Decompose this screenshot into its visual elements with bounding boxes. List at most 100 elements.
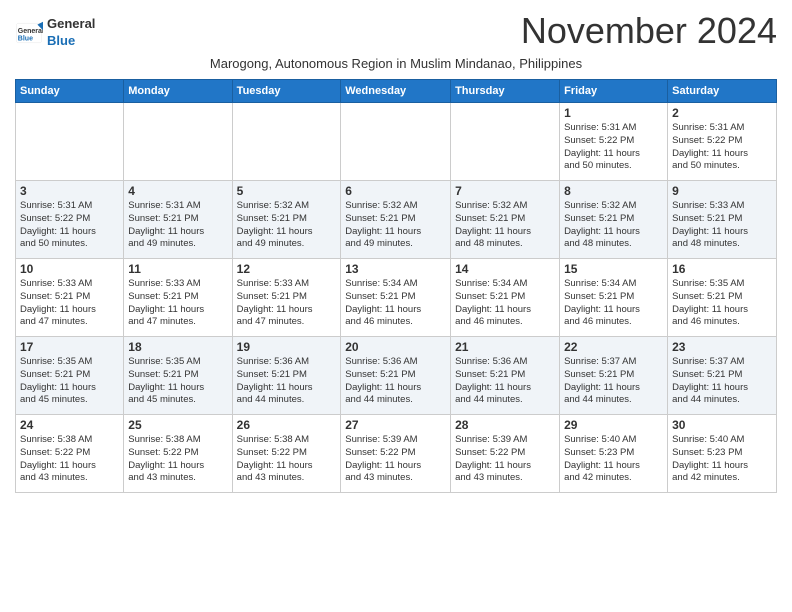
calendar-cell: 4 Sunrise: 5:31 AM Sunset: 5:21 PM Daylig… — [124, 181, 232, 259]
day-number: 30 — [672, 418, 772, 432]
calendar-cell: 5 Sunrise: 5:32 AM Sunset: 5:21 PM Daylig… — [232, 181, 341, 259]
day-number: 28 — [455, 418, 555, 432]
day-number: 25 — [128, 418, 227, 432]
day-info: Sunrise: 5:31 AM Sunset: 5:22 PM Dayligh… — [564, 122, 663, 173]
calendar-cell: 8Sunrise: 5:32 AM Sunset: 5:21 PM Daylig… — [560, 181, 668, 259]
calendar-cell: 21 Sunrise: 5:36 AM Sunset: 5:21 PM Dayli… — [451, 337, 560, 415]
calendar-table: SundayMondayTuesdayWednesdayThursdayFrid… — [15, 79, 777, 493]
logo-text: General Blue — [47, 16, 95, 48]
calendar-cell: 29 Sunrise: 5:40 AM Sunset: 5:23 PM Dayli… — [560, 415, 668, 493]
month-title: November 2024 — [521, 10, 777, 52]
day-info: Sunrise: 5:38 AM Sunset: 5:22 PM Dayligh… — [237, 434, 337, 485]
day-info: Sunrise: 5:32 AM Sunset: 5:21 PM Dayligh… — [455, 200, 555, 251]
weekday-header-monday: Monday — [124, 80, 232, 103]
day-info: Sunrise: 5:31 AM Sunset: 5:22 PM Dayligh… — [20, 200, 119, 251]
day-info: Sunrise: 5:40 AM Sunset: 5:23 PM Dayligh… — [672, 434, 772, 485]
calendar-header-row: SundayMondayTuesdayWednesdayThursdayFrid… — [16, 80, 777, 103]
calendar-cell: 11Sunrise: 5:33 AM Sunset: 5:21 PM Dayli… — [124, 259, 232, 337]
calendar-cell — [341, 103, 451, 181]
calendar-cell — [451, 103, 560, 181]
day-info: Sunrise: 5:34 AM Sunset: 5:21 PM Dayligh… — [345, 278, 446, 329]
day-number: 20 — [345, 340, 446, 354]
page-header: General Blue General Blue November 2024 — [15, 10, 777, 52]
calendar-cell: 7 Sunrise: 5:32 AM Sunset: 5:21 PM Daylig… — [451, 181, 560, 259]
calendar-cell: 18 Sunrise: 5:35 AM Sunset: 5:21 PM Dayli… — [124, 337, 232, 415]
day-number: 13 — [345, 262, 446, 276]
calendar-cell: 15 Sunrise: 5:34 AM Sunset: 5:21 PM Dayli… — [560, 259, 668, 337]
calendar-cell — [16, 103, 124, 181]
calendar-cell: 27 Sunrise: 5:39 AM Sunset: 5:22 PM Dayli… — [341, 415, 451, 493]
day-number: 17 — [20, 340, 119, 354]
day-number: 7 — [455, 184, 555, 198]
calendar-cell: 22 Sunrise: 5:37 AM Sunset: 5:21 PM Dayli… — [560, 337, 668, 415]
day-info: Sunrise: 5:38 AM Sunset: 5:22 PM Dayligh… — [20, 434, 119, 485]
calendar-cell: 9 Sunrise: 5:33 AM Sunset: 5:21 PM Daylig… — [668, 181, 777, 259]
day-number: 24 — [20, 418, 119, 432]
day-number: 16 — [672, 262, 772, 276]
calendar-week-3: 10Sunrise: 5:33 AM Sunset: 5:21 PM Dayli… — [16, 259, 777, 337]
calendar-cell: 25 Sunrise: 5:38 AM Sunset: 5:22 PM Dayli… — [124, 415, 232, 493]
day-info: Sunrise: 5:37 AM Sunset: 5:21 PM Dayligh… — [672, 356, 772, 407]
day-info: Sunrise: 5:36 AM Sunset: 5:21 PM Dayligh… — [455, 356, 555, 407]
calendar-cell: 3 Sunrise: 5:31 AM Sunset: 5:22 PM Daylig… — [16, 181, 124, 259]
day-number: 9 — [672, 184, 772, 198]
day-number: 23 — [672, 340, 772, 354]
weekday-header-sunday: Sunday — [16, 80, 124, 103]
weekday-header-tuesday: Tuesday — [232, 80, 341, 103]
day-number: 4 — [128, 184, 227, 198]
day-info: Sunrise: 5:31 AM Sunset: 5:21 PM Dayligh… — [128, 200, 227, 251]
day-info: Sunrise: 5:33 AM Sunset: 5:21 PM Dayligh… — [128, 278, 227, 329]
calendar-cell: 14Sunrise: 5:34 AM Sunset: 5:21 PM Dayli… — [451, 259, 560, 337]
day-number: 29 — [564, 418, 663, 432]
calendar-week-2: 3 Sunrise: 5:31 AM Sunset: 5:22 PM Daylig… — [16, 181, 777, 259]
day-info: Sunrise: 5:32 AM Sunset: 5:21 PM Dayligh… — [345, 200, 446, 251]
day-info: Sunrise: 5:33 AM Sunset: 5:21 PM Dayligh… — [237, 278, 337, 329]
day-info: Sunrise: 5:35 AM Sunset: 5:21 PM Dayligh… — [672, 278, 772, 329]
day-info: Sunrise: 5:40 AM Sunset: 5:23 PM Dayligh… — [564, 434, 663, 485]
calendar-cell: 23 Sunrise: 5:37 AM Sunset: 5:21 PM Dayli… — [668, 337, 777, 415]
calendar-cell: 20Sunrise: 5:36 AM Sunset: 5:21 PM Dayli… — [341, 337, 451, 415]
calendar-cell — [232, 103, 341, 181]
day-number: 22 — [564, 340, 663, 354]
day-info: Sunrise: 5:35 AM Sunset: 5:21 PM Dayligh… — [128, 356, 227, 407]
calendar-cell: 6 Sunrise: 5:32 AM Sunset: 5:21 PM Daylig… — [341, 181, 451, 259]
weekday-header-friday: Friday — [560, 80, 668, 103]
day-info: Sunrise: 5:33 AM Sunset: 5:21 PM Dayligh… — [20, 278, 119, 329]
day-number: 1 — [564, 106, 663, 120]
day-number: 27 — [345, 418, 446, 432]
calendar-cell: 1 Sunrise: 5:31 AM Sunset: 5:22 PM Daylig… — [560, 103, 668, 181]
calendar-cell: 12 Sunrise: 5:33 AM Sunset: 5:21 PM Dayli… — [232, 259, 341, 337]
day-info: Sunrise: 5:39 AM Sunset: 5:22 PM Dayligh… — [345, 434, 446, 485]
day-number: 12 — [237, 262, 337, 276]
day-number: 8 — [564, 184, 663, 198]
day-info: Sunrise: 5:34 AM Sunset: 5:21 PM Dayligh… — [564, 278, 663, 329]
day-info: Sunrise: 5:33 AM Sunset: 5:21 PM Dayligh… — [672, 200, 772, 251]
day-info: Sunrise: 5:39 AM Sunset: 5:22 PM Dayligh… — [455, 434, 555, 485]
svg-text:General: General — [18, 28, 43, 35]
day-number: 5 — [237, 184, 337, 198]
day-number: 18 — [128, 340, 227, 354]
day-number: 3 — [20, 184, 119, 198]
weekday-header-thursday: Thursday — [451, 80, 560, 103]
weekday-header-saturday: Saturday — [668, 80, 777, 103]
svg-text:Blue: Blue — [18, 36, 33, 43]
logo-icon: General Blue — [15, 19, 43, 47]
calendar-cell — [124, 103, 232, 181]
logo: General Blue General Blue — [15, 16, 95, 50]
day-number: 19 — [237, 340, 337, 354]
calendar-cell: 30 Sunrise: 5:40 AM Sunset: 5:23 PM Dayli… — [668, 415, 777, 493]
calendar-cell: 2Sunrise: 5:31 AM Sunset: 5:22 PM Daylig… — [668, 103, 777, 181]
calendar-cell: 19 Sunrise: 5:36 AM Sunset: 5:21 PM Dayli… — [232, 337, 341, 415]
calendar-cell: 13 Sunrise: 5:34 AM Sunset: 5:21 PM Dayli… — [341, 259, 451, 337]
calendar-week-4: 17 Sunrise: 5:35 AM Sunset: 5:21 PM Dayli… — [16, 337, 777, 415]
day-info: Sunrise: 5:36 AM Sunset: 5:21 PM Dayligh… — [237, 356, 337, 407]
day-info: Sunrise: 5:35 AM Sunset: 5:21 PM Dayligh… — [20, 356, 119, 407]
day-info: Sunrise: 5:34 AM Sunset: 5:21 PM Dayligh… — [455, 278, 555, 329]
day-info: Sunrise: 5:32 AM Sunset: 5:21 PM Dayligh… — [237, 200, 337, 251]
day-number: 21 — [455, 340, 555, 354]
day-number: 2 — [672, 106, 772, 120]
day-info: Sunrise: 5:38 AM Sunset: 5:22 PM Dayligh… — [128, 434, 227, 485]
day-info: Sunrise: 5:37 AM Sunset: 5:21 PM Dayligh… — [564, 356, 663, 407]
day-number: 6 — [345, 184, 446, 198]
day-number: 15 — [564, 262, 663, 276]
